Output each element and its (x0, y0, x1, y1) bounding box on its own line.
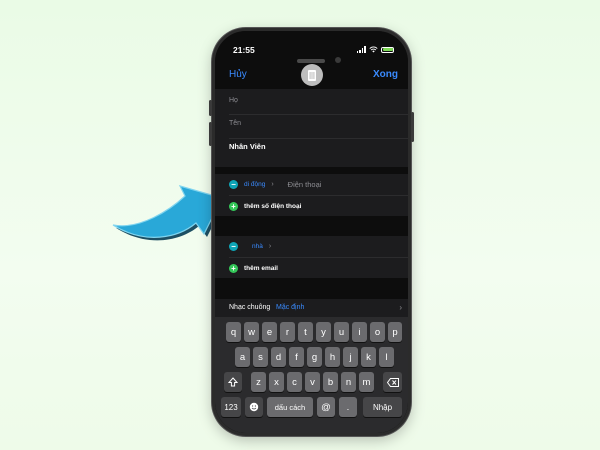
add-phone-icon[interactable]: + (229, 201, 238, 211)
speaker-pill (297, 59, 325, 63)
key-c[interactable]: c (287, 372, 302, 392)
key-d[interactable]: d (271, 347, 286, 367)
ringtone-row[interactable]: Nhạc chuông Mặc định › (215, 299, 408, 317)
add-phone-label[interactable]: thêm số điện thoại (244, 203, 301, 210)
keyboard: q w e r t y u i o p a s d f g h j k l z … (215, 317, 408, 433)
key-row-2: a s d f g h j k l (215, 347, 408, 367)
first-name-field[interactable]: Tên (229, 120, 241, 127)
email-row: − nhà › (229, 236, 408, 256)
volume-button (209, 100, 212, 116)
power-button (411, 112, 414, 142)
divider (229, 114, 408, 115)
name-fields-group: Họ Tên Nhân Viên (215, 89, 408, 167)
key-y[interactable]: y (316, 322, 331, 342)
key-z[interactable]: z (251, 372, 266, 392)
key-v[interactable]: v (305, 372, 320, 392)
numbers-key[interactable]: 123 (221, 397, 241, 417)
key-s[interactable]: s (253, 347, 268, 367)
done-button[interactable]: Xong (373, 69, 398, 80)
ringtone-label: Nhạc chuông (229, 304, 271, 311)
nav-bar: Hủy Xong (215, 64, 408, 88)
company-field[interactable]: Nhân Viên (229, 142, 266, 151)
add-email-icon[interactable]: + (229, 263, 238, 273)
contact-edit-screen: 21:55 Hủy Xong Họ Tên Nhân Viên − di độn… (215, 31, 408, 433)
camera-dot (335, 57, 341, 63)
key-n[interactable]: n (341, 372, 356, 392)
status-time: 21:55 (233, 45, 255, 55)
key-l[interactable]: l (379, 347, 394, 367)
key-row-1: q w e r t y u i o p (215, 322, 408, 342)
contact-avatar[interactable] (300, 64, 323, 86)
key-o[interactable]: o (370, 322, 385, 342)
phone-frame: 21:55 Hủy Xong Họ Tên Nhân Viên − di độn… (212, 28, 411, 436)
key-r[interactable]: r (280, 322, 295, 342)
phone-section: − di động › Điện thoại + thêm số điện th… (215, 174, 408, 216)
space-key[interactable]: dấu cách (267, 397, 313, 417)
key-x[interactable]: x (269, 372, 284, 392)
key-u[interactable]: u (334, 322, 349, 342)
divider (229, 138, 408, 139)
cancel-button[interactable]: Hủy (229, 69, 247, 80)
dot-key[interactable]: . (339, 397, 357, 417)
last-name-field[interactable]: Họ (229, 97, 238, 104)
key-m[interactable]: m (359, 372, 374, 392)
key-w[interactable]: w (244, 322, 259, 342)
phone-row: − di động › Điện thoại (229, 174, 408, 194)
ringtone-value: Mặc định (276, 304, 305, 311)
remove-email-button[interactable]: − (229, 241, 238, 251)
key-j[interactable]: j (343, 347, 358, 367)
chevron-right-icon: › (399, 303, 402, 312)
backspace-icon (386, 377, 399, 387)
add-email-row[interactable]: + thêm email (229, 258, 408, 278)
signal-icon (356, 46, 366, 53)
emoji-key[interactable] (245, 397, 263, 417)
key-t[interactable]: t (298, 322, 313, 342)
phone-type-label[interactable]: di động (244, 181, 265, 188)
add-email-label[interactable]: thêm email (244, 265, 278, 272)
phone-input[interactable]: Điện thoại (288, 180, 322, 189)
status-icons (356, 46, 394, 53)
add-phone-row[interactable]: + thêm số điện thoại (229, 196, 408, 216)
key-q[interactable]: q (226, 322, 241, 342)
battery-icon (381, 46, 394, 53)
wifi-icon (369, 46, 378, 53)
chevron-right-icon: › (271, 180, 274, 188)
shift-key[interactable] (224, 372, 242, 392)
volume-button (209, 122, 212, 146)
emoji-icon (249, 402, 259, 412)
key-row-4: 123 dấu cách @ . Nhập (215, 397, 408, 417)
shift-icon (228, 377, 238, 387)
remove-phone-button[interactable]: − (229, 179, 238, 189)
key-k[interactable]: k (361, 347, 376, 367)
email-type-label[interactable]: nhà (252, 243, 263, 250)
key-f[interactable]: f (289, 347, 304, 367)
key-b[interactable]: b (323, 372, 338, 392)
key-i[interactable]: i (352, 322, 367, 342)
email-section: − nhà › + thêm email (215, 236, 408, 278)
key-p[interactable]: p (388, 322, 402, 342)
key-row-3: z x c v b n m (215, 372, 408, 392)
key-h[interactable]: h (325, 347, 340, 367)
person-icon (307, 70, 316, 81)
key-a[interactable]: a (235, 347, 250, 367)
key-e[interactable]: e (262, 322, 277, 342)
key-g[interactable]: g (307, 347, 322, 367)
status-bar: 21:55 (215, 45, 408, 63)
at-key[interactable]: @ (317, 397, 335, 417)
chevron-right-icon: › (268, 242, 272, 250)
return-key[interactable]: Nhập (363, 397, 402, 417)
delete-key[interactable] (383, 372, 402, 392)
